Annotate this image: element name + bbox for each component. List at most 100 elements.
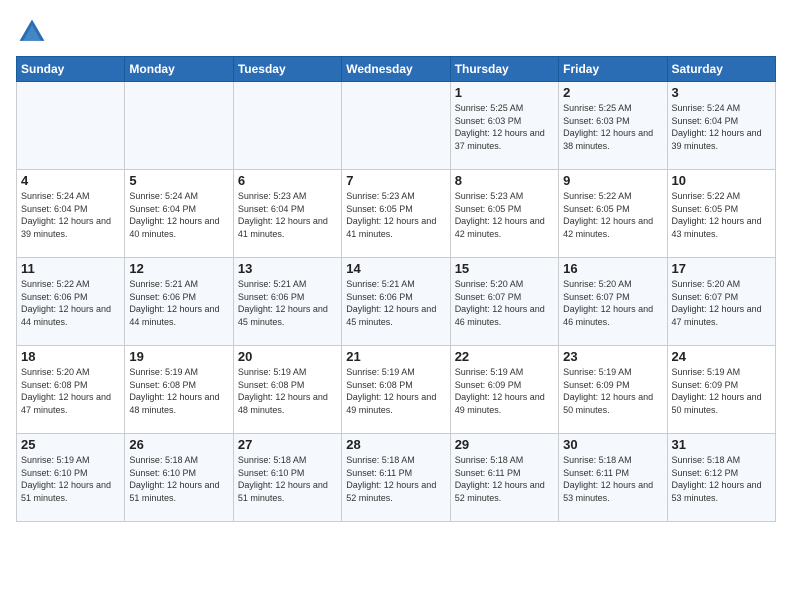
calendar-day-cell bbox=[125, 82, 233, 170]
day-number: 26 bbox=[129, 437, 228, 452]
logo bbox=[16, 16, 52, 48]
calendar-day-cell: 11 Sunrise: 5:22 AM Sunset: 6:06 PM Dayli… bbox=[17, 258, 125, 346]
day-info: Sunrise: 5:20 AM Sunset: 6:07 PM Dayligh… bbox=[563, 278, 662, 328]
day-info: Sunrise: 5:25 AM Sunset: 6:03 PM Dayligh… bbox=[563, 102, 662, 152]
calendar-day-cell bbox=[233, 82, 341, 170]
day-info: Sunrise: 5:23 AM Sunset: 6:05 PM Dayligh… bbox=[346, 190, 445, 240]
calendar-day-cell: 25Sunrise: 5:19 AM Sunset: 6:10 PM Dayli… bbox=[17, 434, 125, 522]
day-number: 23 bbox=[563, 349, 662, 364]
day-of-week-header: Thursday bbox=[450, 57, 558, 82]
day-info: Sunrise: 5:19 AM Sunset: 6:08 PM Dayligh… bbox=[129, 366, 228, 416]
day-info: Sunrise: 5:22 AM Sunset: 6:05 PM Dayligh… bbox=[672, 190, 771, 240]
day-number: 3 bbox=[672, 85, 771, 100]
day-number: 21 bbox=[346, 349, 445, 364]
day-number: 4 bbox=[21, 173, 120, 188]
calendar-table: SundayMondayTuesdayWednesdayThursdayFrid… bbox=[16, 56, 776, 522]
calendar-day-cell: 20Sunrise: 5:19 AM Sunset: 6:08 PM Dayli… bbox=[233, 346, 341, 434]
day-info: Sunrise: 5:21 AM Sunset: 6:06 PM Dayligh… bbox=[346, 278, 445, 328]
day-number: 15 bbox=[455, 261, 554, 276]
calendar-day-cell: 24 Sunrise: 5:19 AM Sunset: 6:09 PM Dayli… bbox=[667, 346, 775, 434]
day-info: Sunrise: 5:22 AM Sunset: 6:06 PM Dayligh… bbox=[21, 278, 120, 328]
calendar-day-cell: 1Sunrise: 5:25 AM Sunset: 6:03 PM Daylig… bbox=[450, 82, 558, 170]
day-number: 11 bbox=[21, 261, 120, 276]
calendar-week-row: 4 Sunrise: 5:24 AM Sunset: 6:04 PM Daylig… bbox=[17, 170, 776, 258]
calendar-day-cell: 4 Sunrise: 5:24 AM Sunset: 6:04 PM Daylig… bbox=[17, 170, 125, 258]
day-info: Sunrise: 5:18 AM Sunset: 6:11 PM Dayligh… bbox=[455, 454, 554, 504]
day-info: Sunrise: 5:24 AM Sunset: 6:04 PM Dayligh… bbox=[129, 190, 228, 240]
day-info: Sunrise: 5:24 AM Sunset: 6:04 PM Dayligh… bbox=[672, 102, 771, 152]
day-number: 2 bbox=[563, 85, 662, 100]
day-number: 28 bbox=[346, 437, 445, 452]
day-number: 17 bbox=[672, 261, 771, 276]
calendar-day-cell: 7 Sunrise: 5:23 AM Sunset: 6:05 PM Daylig… bbox=[342, 170, 450, 258]
day-info: Sunrise: 5:21 AM Sunset: 6:06 PM Dayligh… bbox=[238, 278, 337, 328]
calendar-day-cell: 18Sunrise: 5:20 AM Sunset: 6:08 PM Dayli… bbox=[17, 346, 125, 434]
calendar-day-cell: 31 Sunrise: 5:18 AM Sunset: 6:12 PM Dayli… bbox=[667, 434, 775, 522]
day-number: 9 bbox=[563, 173, 662, 188]
calendar-day-cell bbox=[17, 82, 125, 170]
calendar-day-cell: 23Sunrise: 5:19 AM Sunset: 6:09 PM Dayli… bbox=[559, 346, 667, 434]
calendar-day-cell: 16 Sunrise: 5:20 AM Sunset: 6:07 PM Dayli… bbox=[559, 258, 667, 346]
day-of-week-header: Saturday bbox=[667, 57, 775, 82]
day-number: 22 bbox=[455, 349, 554, 364]
calendar-day-cell: 27Sunrise: 5:18 AM Sunset: 6:10 PM Dayli… bbox=[233, 434, 341, 522]
logo-icon bbox=[16, 16, 48, 48]
day-info: Sunrise: 5:21 AM Sunset: 6:06 PM Dayligh… bbox=[129, 278, 228, 328]
day-number: 20 bbox=[238, 349, 337, 364]
day-number: 14 bbox=[346, 261, 445, 276]
calendar-day-cell: 28Sunrise: 5:18 AM Sunset: 6:11 PM Dayli… bbox=[342, 434, 450, 522]
calendar-day-cell: 22 Sunrise: 5:19 AM Sunset: 6:09 PM Dayli… bbox=[450, 346, 558, 434]
day-info: Sunrise: 5:20 AM Sunset: 6:08 PM Dayligh… bbox=[21, 366, 120, 416]
day-of-week-header: Tuesday bbox=[233, 57, 341, 82]
day-number: 8 bbox=[455, 173, 554, 188]
calendar-day-cell: 8 Sunrise: 5:23 AM Sunset: 6:05 PM Daylig… bbox=[450, 170, 558, 258]
day-info: Sunrise: 5:18 AM Sunset: 6:11 PM Dayligh… bbox=[563, 454, 662, 504]
day-info: Sunrise: 5:19 AM Sunset: 6:10 PM Dayligh… bbox=[21, 454, 120, 504]
day-info: Sunrise: 5:19 AM Sunset: 6:09 PM Dayligh… bbox=[672, 366, 771, 416]
day-info: Sunrise: 5:18 AM Sunset: 6:12 PM Dayligh… bbox=[672, 454, 771, 504]
calendar-day-cell: 26 Sunrise: 5:18 AM Sunset: 6:10 PM Dayli… bbox=[125, 434, 233, 522]
day-number: 27 bbox=[238, 437, 337, 452]
day-number: 19 bbox=[129, 349, 228, 364]
day-info: Sunrise: 5:20 AM Sunset: 6:07 PM Dayligh… bbox=[455, 278, 554, 328]
day-number: 5 bbox=[129, 173, 228, 188]
day-info: Sunrise: 5:19 AM Sunset: 6:08 PM Dayligh… bbox=[346, 366, 445, 416]
day-number: 13 bbox=[238, 261, 337, 276]
day-info: Sunrise: 5:24 AM Sunset: 6:04 PM Dayligh… bbox=[21, 190, 120, 240]
calendar-day-cell: 6Sunrise: 5:23 AM Sunset: 6:04 PM Daylig… bbox=[233, 170, 341, 258]
page-header bbox=[16, 16, 776, 48]
calendar-week-row: 1Sunrise: 5:25 AM Sunset: 6:03 PM Daylig… bbox=[17, 82, 776, 170]
day-number: 12 bbox=[129, 261, 228, 276]
calendar-week-row: 11 Sunrise: 5:22 AM Sunset: 6:06 PM Dayli… bbox=[17, 258, 776, 346]
day-of-week-header: Friday bbox=[559, 57, 667, 82]
day-info: Sunrise: 5:23 AM Sunset: 6:05 PM Dayligh… bbox=[455, 190, 554, 240]
calendar-week-row: 25Sunrise: 5:19 AM Sunset: 6:10 PM Dayli… bbox=[17, 434, 776, 522]
day-number: 29 bbox=[455, 437, 554, 452]
day-number: 10 bbox=[672, 173, 771, 188]
day-number: 24 bbox=[672, 349, 771, 364]
calendar-header-row: SundayMondayTuesdayWednesdayThursdayFrid… bbox=[17, 57, 776, 82]
calendar-day-cell: 12 Sunrise: 5:21 AM Sunset: 6:06 PM Dayli… bbox=[125, 258, 233, 346]
calendar-day-cell: 21 Sunrise: 5:19 AM Sunset: 6:08 PM Dayli… bbox=[342, 346, 450, 434]
day-number: 16 bbox=[563, 261, 662, 276]
calendar-day-cell: 3 Sunrise: 5:24 AM Sunset: 6:04 PM Daylig… bbox=[667, 82, 775, 170]
calendar-week-row: 18Sunrise: 5:20 AM Sunset: 6:08 PM Dayli… bbox=[17, 346, 776, 434]
calendar-day-cell: 14 Sunrise: 5:21 AM Sunset: 6:06 PM Dayli… bbox=[342, 258, 450, 346]
day-of-week-header: Wednesday bbox=[342, 57, 450, 82]
calendar-day-cell: 17 Sunrise: 5:20 AM Sunset: 6:07 PM Dayli… bbox=[667, 258, 775, 346]
day-info: Sunrise: 5:25 AM Sunset: 6:03 PM Dayligh… bbox=[455, 102, 554, 152]
day-info: Sunrise: 5:18 AM Sunset: 6:10 PM Dayligh… bbox=[129, 454, 228, 504]
day-of-week-header: Monday bbox=[125, 57, 233, 82]
day-number: 7 bbox=[346, 173, 445, 188]
calendar-day-cell: 10 Sunrise: 5:22 AM Sunset: 6:05 PM Dayli… bbox=[667, 170, 775, 258]
day-number: 30 bbox=[563, 437, 662, 452]
calendar-day-cell: 29 Sunrise: 5:18 AM Sunset: 6:11 PM Dayli… bbox=[450, 434, 558, 522]
day-number: 31 bbox=[672, 437, 771, 452]
calendar-day-cell: 5 Sunrise: 5:24 AM Sunset: 6:04 PM Daylig… bbox=[125, 170, 233, 258]
calendar-day-cell: 30 Sunrise: 5:18 AM Sunset: 6:11 PM Dayli… bbox=[559, 434, 667, 522]
day-info: Sunrise: 5:22 AM Sunset: 6:05 PM Dayligh… bbox=[563, 190, 662, 240]
calendar-day-cell: 13 Sunrise: 5:21 AM Sunset: 6:06 PM Dayli… bbox=[233, 258, 341, 346]
day-info: Sunrise: 5:20 AM Sunset: 6:07 PM Dayligh… bbox=[672, 278, 771, 328]
day-info: Sunrise: 5:19 AM Sunset: 6:09 PM Dayligh… bbox=[455, 366, 554, 416]
day-of-week-header: Sunday bbox=[17, 57, 125, 82]
